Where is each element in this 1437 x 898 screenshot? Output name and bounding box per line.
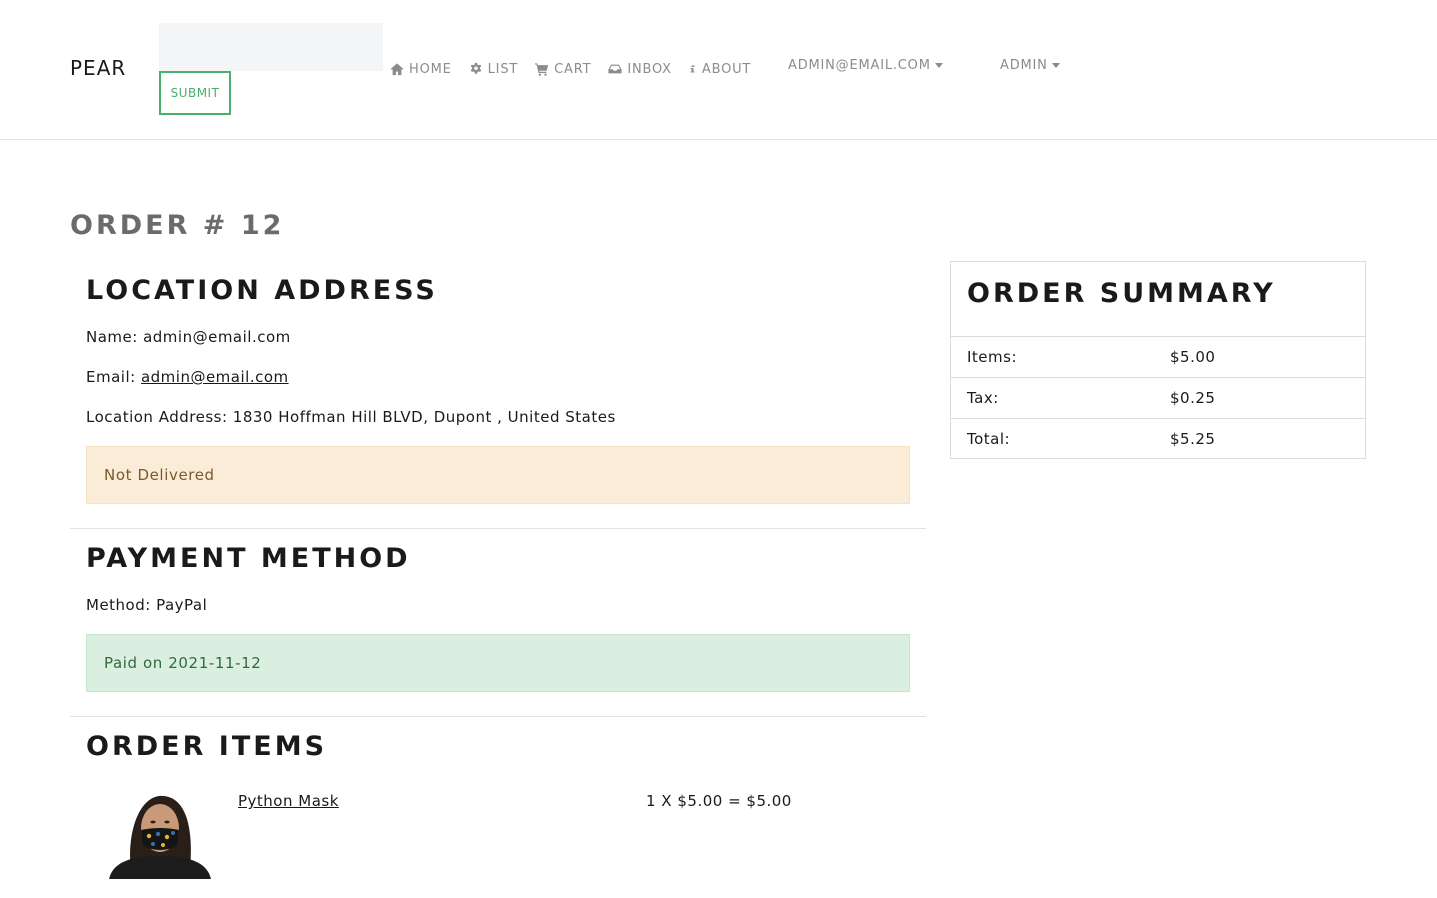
summary-label: Items: [967, 348, 1018, 366]
address-value: 1830 Hoffman Hill BLVD, Dupont , United … [232, 408, 616, 426]
method-label: Method: [86, 596, 151, 614]
summary-value: $5.00 [1170, 348, 1216, 366]
delivery-status-text: Not Delivered [104, 466, 215, 484]
location-email: Email: admin@email.com [86, 368, 289, 386]
payment-heading: PAYMENT METHOD [86, 543, 411, 574]
nav-home[interactable]: HOME [390, 62, 452, 77]
user-dropdown[interactable]: ADMIN@EMAIL.COM [788, 58, 943, 73]
order-summary-card: ORDER SUMMARY Items: $5.00 Tax: $0.25 To… [950, 261, 1366, 459]
nav-cart[interactable]: CART [535, 62, 591, 77]
summary-value: $0.25 [1170, 389, 1216, 407]
summary-row-tax: Tax: $0.25 [951, 377, 1365, 418]
name-label: Name: [86, 328, 138, 346]
summary-row-total: Total: $5.25 [951, 418, 1365, 459]
search-input[interactable] [159, 23, 383, 71]
nav-about[interactable]: ABOUT [689, 62, 751, 77]
divider [70, 528, 926, 529]
nav-inbox-label: INBOX [627, 61, 672, 77]
chevron-down-icon [934, 63, 943, 68]
order-item-price: 1 X $5.00 = $5.00 [646, 792, 792, 810]
info-icon [690, 65, 695, 73]
nav-list[interactable]: LIST [469, 62, 518, 77]
nav-about-label: ABOUT [701, 61, 752, 77]
gear-icon [470, 62, 481, 74]
payment-status-alert: Paid on 2021-11-12 [86, 634, 910, 692]
inbox-icon [608, 64, 622, 74]
summary-row-items: Items: $5.00 [951, 336, 1365, 377]
location-address: Location Address: 1830 Hoffman Hill BLVD… [86, 408, 616, 426]
cart-icon [535, 63, 549, 76]
payment-method: Method: PayPal [86, 596, 207, 614]
chevron-down-icon [1051, 63, 1060, 68]
nav-home-label: HOME [409, 61, 452, 77]
submit-button[interactable]: SUBMIT [159, 71, 231, 115]
user-dropdown-label: ADMIN@EMAIL.COM [788, 58, 931, 73]
summary-value: $5.25 [1170, 430, 1216, 448]
page-title: ORDER # 12 [70, 210, 285, 241]
payment-status-text: Paid on 2021-11-12 [104, 654, 262, 672]
brand-logo[interactable]: PEAR [70, 56, 126, 80]
nav-inbox[interactable]: INBOX [608, 62, 672, 77]
summary-label: Tax: [967, 389, 999, 407]
email-link[interactable]: admin@email.com [141, 368, 289, 386]
admin-dropdown[interactable]: ADMIN [1000, 58, 1060, 73]
name-value: admin@email.com [143, 328, 291, 346]
nav-links: HOME LIST CART INBOX ABOUT [390, 58, 768, 80]
method-value: PayPal [156, 596, 208, 614]
summary-label: Total: [967, 430, 1011, 448]
delivery-status-alert: Not Delivered [86, 446, 910, 504]
navbar: PEAR SUBMIT HOME LIST CART INBOX ABOUT A… [0, 0, 1437, 140]
nav-cart-label: CART [554, 61, 592, 77]
location-name: Name: admin@email.com [86, 328, 291, 346]
address-label: Location Address: [86, 408, 228, 426]
divider [70, 716, 926, 717]
product-image [103, 790, 215, 879]
nav-list-label: LIST [487, 61, 519, 77]
order-item-link[interactable]: Python Mask [238, 792, 339, 810]
home-icon [390, 63, 404, 76]
order-items-heading: ORDER ITEMS [86, 731, 328, 762]
location-heading: LOCATION ADDRESS [86, 275, 438, 306]
email-label: Email: [86, 368, 136, 386]
order-summary-heading: ORDER SUMMARY [967, 278, 1276, 309]
admin-dropdown-label: ADMIN [1000, 58, 1048, 73]
